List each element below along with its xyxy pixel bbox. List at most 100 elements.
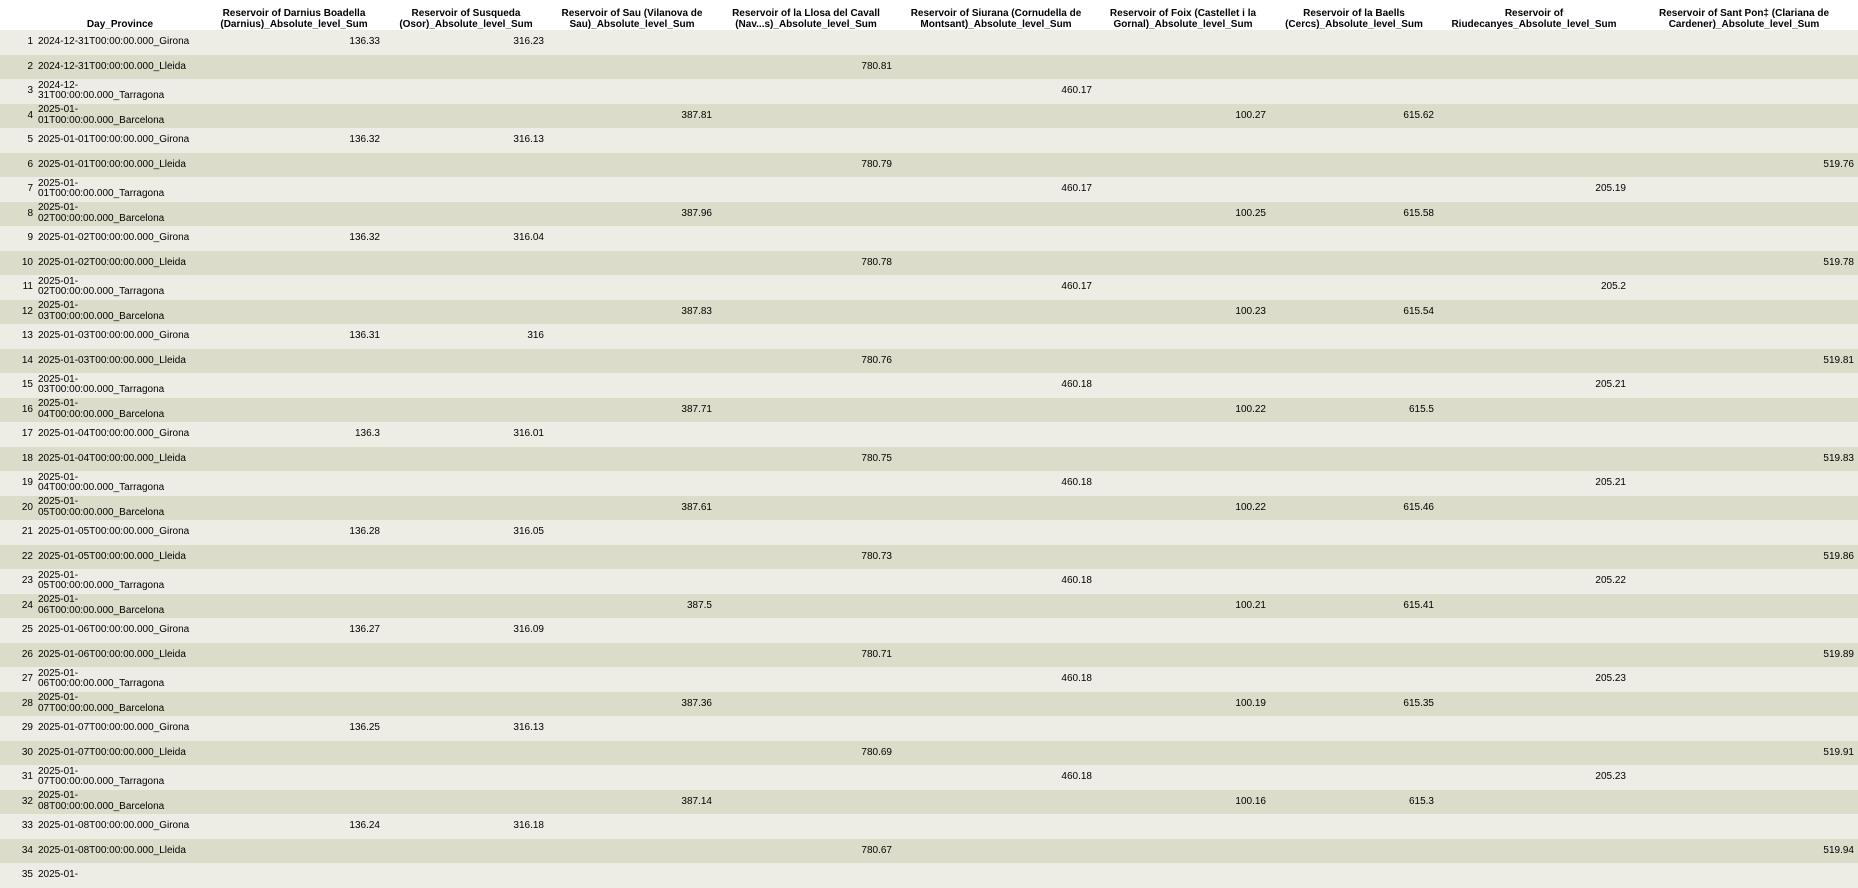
value-cell[interactable] <box>384 593 548 618</box>
value-cell[interactable] <box>716 373 896 398</box>
value-cell[interactable] <box>716 226 896 251</box>
row-index[interactable]: 25 <box>0 618 36 643</box>
day-province-cell[interactable]: 2025-01-06T00:00:00.000_Tarragona <box>36 667 204 692</box>
value-cell[interactable]: 316.09 <box>384 618 548 643</box>
value-cell[interactable] <box>1438 789 1630 814</box>
value-cell[interactable] <box>716 618 896 643</box>
value-cell[interactable] <box>896 838 1096 863</box>
row-index[interactable]: 27 <box>0 667 36 692</box>
value-cell[interactable] <box>716 201 896 226</box>
value-cell[interactable] <box>1270 446 1438 471</box>
value-cell[interactable] <box>1096 838 1270 863</box>
row-index[interactable]: 1 <box>0 30 36 55</box>
value-cell[interactable]: 205.2 <box>1438 275 1630 300</box>
table-row[interactable]: 1 2024-12-31T00:00:00.000_Girona 136.33 316… <box>0 30 1858 55</box>
table-row[interactable]: 22 2025-01-05T00:00:00.000_Lleida 780.73 51… <box>0 544 1858 569</box>
row-index[interactable]: 29 <box>0 716 36 741</box>
value-cell[interactable] <box>1630 495 1858 520</box>
value-cell[interactable] <box>1438 30 1630 55</box>
value-cell[interactable] <box>716 79 896 104</box>
row-index[interactable]: 15 <box>0 373 36 398</box>
value-cell[interactable] <box>1438 299 1630 324</box>
row-index[interactable]: 6 <box>0 152 36 177</box>
value-cell[interactable] <box>548 79 716 104</box>
column-header[interactable]: Reservoir of la Llosa del Cavall (Nav...… <box>716 0 896 30</box>
value-cell[interactable] <box>384 299 548 324</box>
value-cell[interactable]: 615.35 <box>1270 691 1438 716</box>
value-cell[interactable] <box>896 814 1096 839</box>
value-cell[interactable] <box>1630 520 1858 545</box>
value-cell[interactable] <box>896 54 1096 79</box>
value-cell[interactable] <box>548 54 716 79</box>
value-cell[interactable] <box>1270 422 1438 447</box>
value-cell[interactable] <box>896 299 1096 324</box>
value-cell[interactable]: 387.83 <box>548 299 716 324</box>
value-cell[interactable]: 136.28 <box>204 520 384 545</box>
value-cell[interactable] <box>716 128 896 153</box>
value-cell[interactable] <box>1270 177 1438 202</box>
day-province-cell[interactable]: 2025-01-08T00:00:00.000_Barcelona <box>36 789 204 814</box>
value-cell[interactable] <box>1438 348 1630 373</box>
day-province-cell[interactable]: 2025-01-03T00:00:00.000_Lleida <box>36 348 204 373</box>
value-cell[interactable]: 387.36 <box>548 691 716 716</box>
row-index[interactable]: 33 <box>0 814 36 839</box>
value-cell[interactable]: 205.21 <box>1438 373 1630 398</box>
value-cell[interactable] <box>204 691 384 716</box>
value-cell[interactable] <box>716 103 896 128</box>
row-index[interactable]: 4 <box>0 103 36 128</box>
value-cell[interactable] <box>548 324 716 349</box>
value-cell[interactable] <box>204 275 384 300</box>
row-index[interactable]: 14 <box>0 348 36 373</box>
value-cell[interactable] <box>716 397 896 422</box>
table-row[interactable]: 20 2025-01-05T00:00:00.000_Barcelona 387.6… <box>0 495 1858 520</box>
value-cell[interactable] <box>716 691 896 716</box>
value-cell[interactable]: 460.18 <box>896 373 1096 398</box>
value-cell[interactable] <box>1630 30 1858 55</box>
value-cell[interactable] <box>716 324 896 349</box>
value-cell[interactable] <box>716 814 896 839</box>
value-cell[interactable] <box>896 103 1096 128</box>
value-cell[interactable] <box>1438 740 1630 765</box>
value-cell[interactable] <box>1438 54 1630 79</box>
value-cell[interactable] <box>1438 716 1630 741</box>
day-province-cell[interactable]: 2024-12-31T00:00:00.000_Girona <box>36 30 204 55</box>
day-province-cell[interactable]: 2025-01-02T00:00:00.000_Lleida <box>36 250 204 275</box>
value-cell[interactable]: 460.18 <box>896 471 1096 496</box>
value-cell[interactable] <box>1096 569 1270 594</box>
row-index[interactable]: 2 <box>0 54 36 79</box>
value-cell[interactable] <box>716 422 896 447</box>
value-cell[interactable] <box>1438 593 1630 618</box>
value-cell[interactable] <box>384 642 548 667</box>
table-row[interactable]: 18 2025-01-04T00:00:00.000_Lleida 780.75 51… <box>0 446 1858 471</box>
value-cell[interactable]: 780.81 <box>716 54 896 79</box>
value-cell[interactable] <box>1438 520 1630 545</box>
value-cell[interactable] <box>204 373 384 398</box>
value-cell[interactable]: 316.23 <box>384 30 548 55</box>
day-province-cell[interactable]: 2025-01-06T00:00:00.000_Girona <box>36 618 204 643</box>
value-cell[interactable] <box>384 446 548 471</box>
table-row[interactable]: 24 2025-01-06T00:00:00.000_Barcelona 387.5… <box>0 593 1858 618</box>
value-cell[interactable]: 460.17 <box>896 275 1096 300</box>
value-cell[interactable] <box>384 789 548 814</box>
table-row[interactable]: 15 2025-01-03T00:00:00.000_Tarragona 460.1… <box>0 373 1858 398</box>
value-cell[interactable] <box>1630 789 1858 814</box>
table-row[interactable]: 30 2025-01-07T00:00:00.000_Lleida 780.69 51… <box>0 740 1858 765</box>
value-cell[interactable] <box>896 495 1096 520</box>
value-cell[interactable] <box>548 152 716 177</box>
value-cell[interactable] <box>1270 54 1438 79</box>
value-cell[interactable] <box>1630 471 1858 496</box>
value-cell[interactable] <box>1270 716 1438 741</box>
table-row[interactable]: 2 2024-12-31T00:00:00.000_Lleida 780.81 <box>0 54 1858 79</box>
table-row[interactable]: 23 2025-01-05T00:00:00.000_Tarragona 460.1… <box>0 569 1858 594</box>
row-index[interactable]: 5 <box>0 128 36 153</box>
value-cell[interactable]: 780.69 <box>716 740 896 765</box>
value-cell[interactable] <box>1630 422 1858 447</box>
day-province-cell[interactable]: 2025-01-05T00:00:00.000_Tarragona <box>36 569 204 594</box>
value-cell[interactable]: 387.61 <box>548 495 716 520</box>
table-row[interactable]: 29 2025-01-07T00:00:00.000_Girona 136.25 31… <box>0 716 1858 741</box>
value-cell[interactable] <box>548 471 716 496</box>
value-cell[interactable]: 519.83 <box>1630 446 1858 471</box>
value-cell[interactable] <box>384 765 548 790</box>
table-row[interactable]: 11 2025-01-02T00:00:00.000_Tarragona 460.1… <box>0 275 1858 300</box>
value-cell[interactable] <box>896 348 1096 373</box>
